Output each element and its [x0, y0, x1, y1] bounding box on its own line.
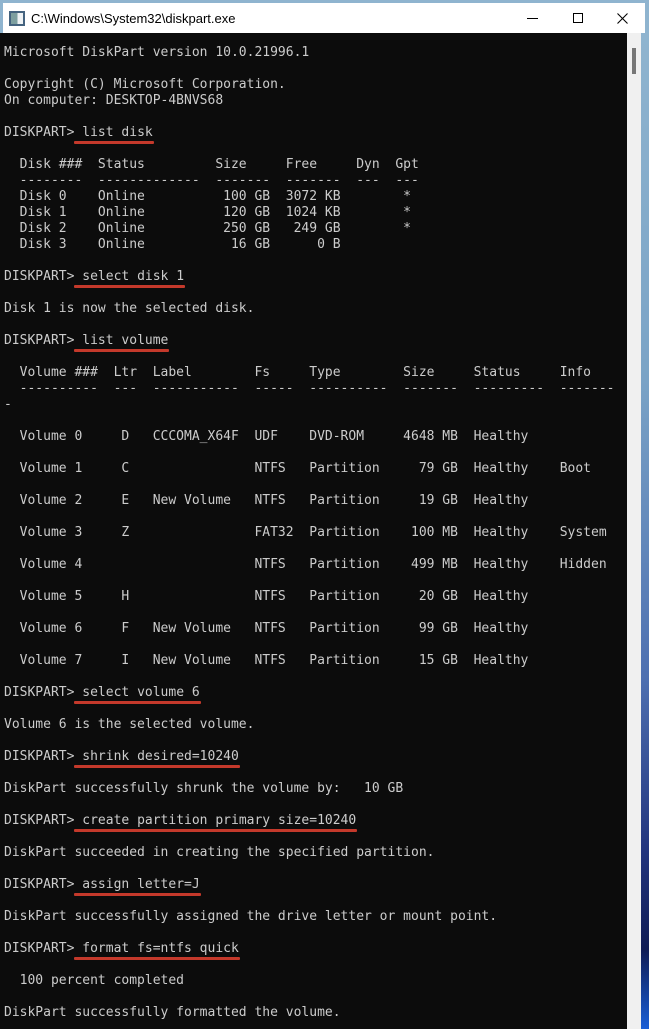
terminal-line: -------- ------------- ------- ------- -… — [4, 173, 419, 188]
minimize-icon — [527, 17, 538, 19]
terminal-line: DISKPART> list disk — [4, 125, 627, 141]
prompt-text: DISKPART> — [4, 749, 83, 764]
command-text: list disk — [82, 125, 153, 140]
terminal-line: Volume 1 C NTFS Partition 79 GB Healthy … — [4, 461, 591, 476]
prompt-text: DISKPART> — [4, 685, 83, 700]
terminal-line: DISKPART> select disk 1 — [4, 269, 627, 285]
prompt-text: DISKPART> — [4, 333, 83, 348]
command-text: format fs=ntfs quick — [82, 941, 239, 956]
terminal-line: Volume 2 E New Volume NTFS Partition 19 … — [4, 493, 529, 508]
terminal-line: Volume 7 I New Volume NTFS Partition 15 … — [4, 653, 529, 668]
terminal-line: 100 percent completed — [4, 973, 185, 988]
command-text: shrink desired=10240 — [82, 749, 239, 764]
prompt-text: DISKPART> — [4, 941, 83, 956]
terminal-line: Disk 3 Online 16 GB 0 B — [4, 237, 341, 252]
terminal-line: Volume 3 Z FAT32 Partition 100 MB Health… — [4, 525, 607, 540]
caption-buttons — [510, 3, 645, 33]
prompt-text: DISKPART> — [4, 877, 83, 892]
terminal-line: Volume 4 NTFS Partition 499 MB Healthy H… — [4, 557, 607, 572]
scrollbar-thumb[interactable] — [632, 48, 636, 74]
terminal-line: Volume 5 H NTFS Partition 20 GB Healthy — [4, 589, 529, 604]
maximize-button[interactable] — [555, 3, 600, 33]
terminal-line: Volume 0 D CCCOMA_X64F UDF DVD-ROM 4648 … — [4, 429, 529, 444]
console-icon — [9, 10, 25, 26]
console-output[interactable]: Microsoft DiskPart version 10.0.21996.1 … — [0, 33, 627, 1029]
terminal-line: ---------- --- ----------- ----- -------… — [4, 381, 615, 396]
prompt-text: DISKPART> — [4, 125, 83, 140]
prompt-text: DISKPART> — [4, 813, 83, 828]
terminal-line: Volume 6 F New Volume NTFS Partition 99 … — [4, 621, 529, 636]
terminal-line: DISKPART> create partition primary size=… — [4, 813, 627, 829]
prompt-text: DISKPART> — [4, 269, 83, 284]
scrollbar[interactable] — [627, 33, 641, 1029]
terminal-line: On computer: DESKTOP-4BNVS68 — [4, 93, 224, 108]
command-text: assign letter=J — [82, 877, 200, 892]
terminal-line: DISKPART> format fs=ntfs quick — [4, 941, 627, 957]
terminal-line: DISKPART> assign letter=J — [4, 877, 627, 893]
terminal-line: Volume 6 is the selected volume. — [4, 717, 255, 732]
maximize-icon — [572, 13, 583, 23]
terminal-line: - — [4, 397, 12, 412]
terminal-line: Disk ### Status Size Free Dyn Gpt — [4, 157, 419, 172]
terminal-line: Volume ### Ltr Label Fs Type Size Status… — [4, 365, 591, 380]
terminal-line: DISKPART> list volume — [4, 333, 627, 349]
command-text: select volume 6 — [82, 685, 200, 700]
terminal-line: DiskPart succeeded in creating the speci… — [4, 845, 435, 860]
terminal-line: Microsoft DiskPart version 10.0.21996.1 — [4, 45, 310, 60]
terminal-line: Disk 2 Online 250 GB 249 GB * — [4, 221, 411, 236]
terminal-line: DISKPART> shrink desired=10240 — [4, 749, 627, 765]
terminal-line: DiskPart successfully shrunk the volume … — [4, 781, 404, 796]
window-titlebar[interactable]: C:\Windows\System32\diskpart.exe — [0, 0, 649, 33]
minimize-button[interactable] — [510, 3, 555, 33]
terminal-line: Disk 0 Online 100 GB 3072 KB * — [4, 189, 411, 204]
command-text: create partition primary size=10240 — [82, 813, 357, 828]
terminal-line: DISKPART> select volume 6 — [4, 685, 627, 701]
terminal-line: DiskPart successfully assigned the drive… — [4, 909, 498, 924]
terminal-line: Copyright (C) Microsoft Corporation. — [4, 77, 286, 92]
terminal-line: Disk 1 Online 120 GB 1024 KB * — [4, 205, 411, 220]
close-button[interactable] — [600, 3, 645, 33]
desktop-edge-strip — [641, 33, 649, 1029]
close-icon — [617, 12, 628, 24]
command-text: list volume — [82, 333, 169, 348]
diskpart-console-window: C:\Windows\System32\diskpart.exe Microso… — [0, 0, 649, 1029]
command-text: select disk 1 — [82, 269, 185, 284]
terminal-line: Disk 1 is now the selected disk. — [4, 301, 255, 316]
terminal-line: DiskPart successfully formatted the volu… — [4, 1005, 341, 1020]
window-title: C:\Windows\System32\diskpart.exe — [31, 10, 236, 26]
